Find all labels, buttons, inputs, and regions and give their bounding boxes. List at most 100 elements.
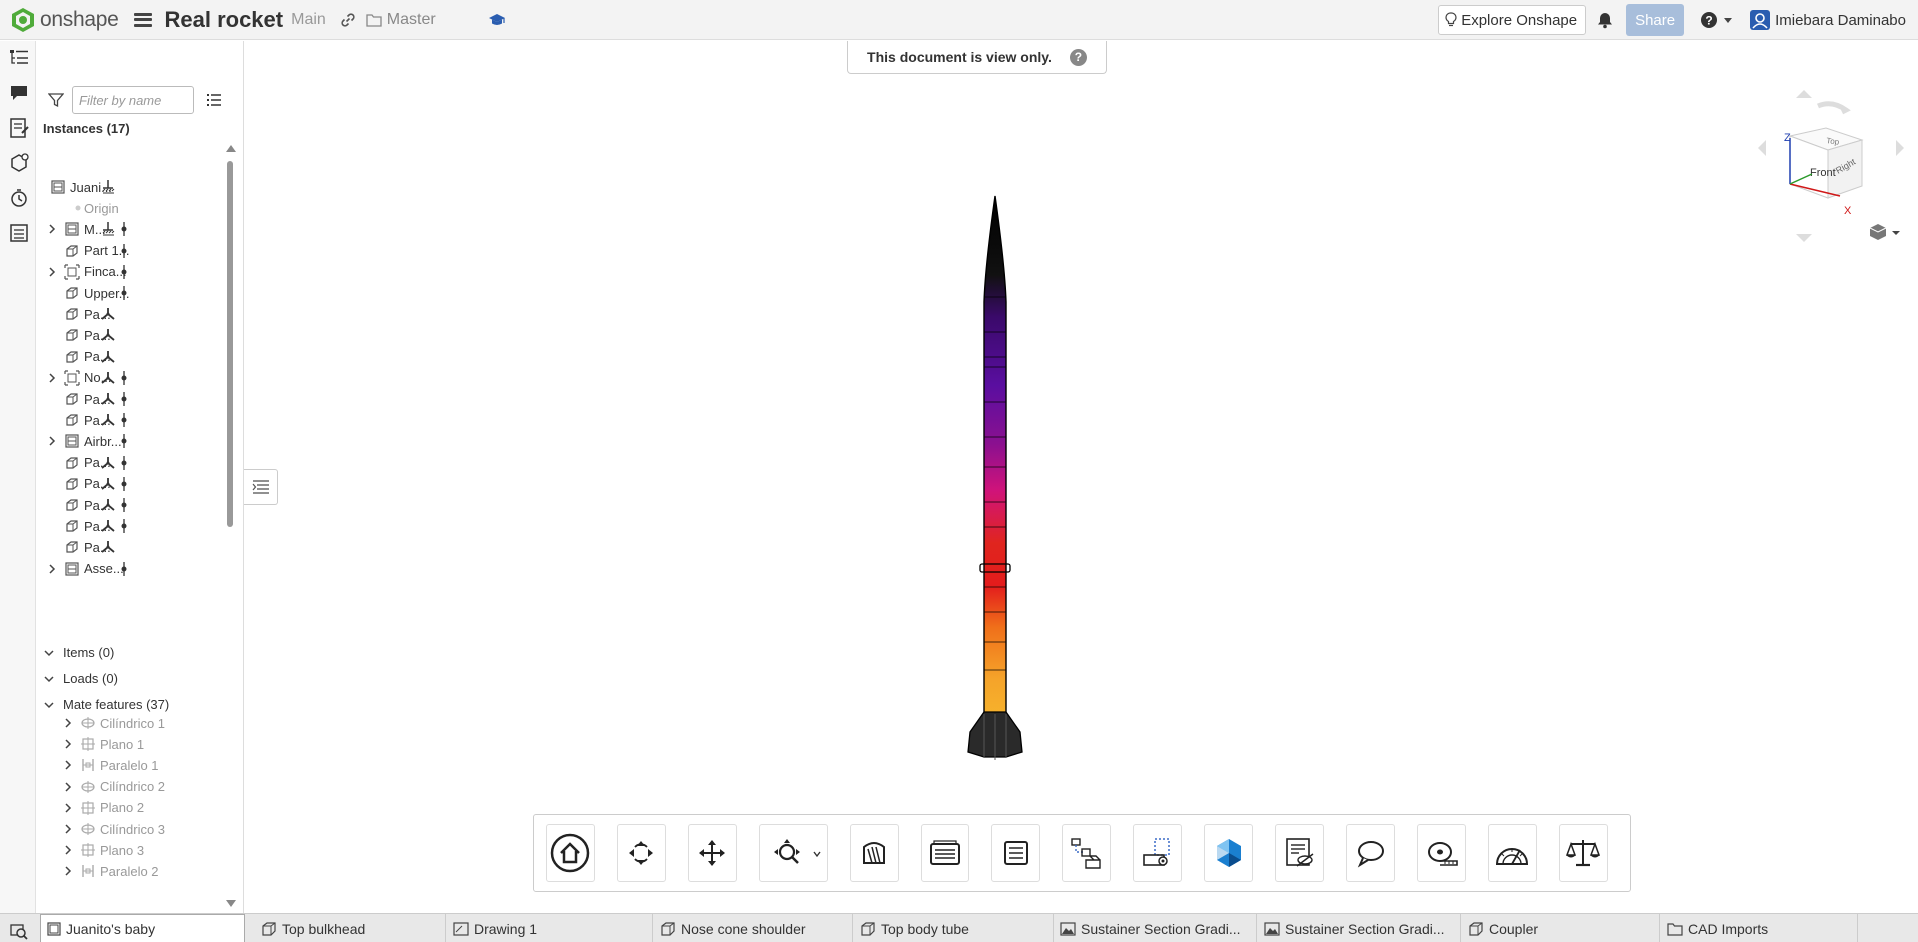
configurations-icon[interactable] — [8, 152, 30, 174]
chevron-right-icon[interactable] — [46, 266, 58, 278]
mate-connector-button[interactable] — [1062, 824, 1112, 882]
part-icon — [66, 456, 78, 469]
rotate-down-arrow-icon — [1796, 234, 1812, 242]
chevron-right-icon[interactable] — [62, 844, 74, 856]
document-title[interactable]: Real rocket — [164, 7, 283, 33]
comments-icon[interactable] — [8, 82, 30, 104]
bill-of-materials-icon[interactable] — [8, 222, 30, 244]
instance-list-icon[interactable] — [8, 47, 30, 69]
free-dof-icon — [101, 371, 115, 384]
mate-feature-label: Plano 2 — [100, 800, 145, 816]
link-icon[interactable] — [340, 12, 356, 28]
help-icon: ? — [1701, 12, 1718, 28]
view-cube[interactable]: Front Top Right Z X — [1752, 88, 1912, 248]
scroll-up-arrow-icon[interactable] — [226, 145, 236, 152]
document-tab[interactable]: Top body tube — [854, 914, 1054, 942]
assembly-icon — [65, 434, 79, 448]
hide-show-button[interactable] — [1133, 824, 1183, 882]
chevron-right-icon[interactable] — [46, 223, 58, 235]
chevron-right-icon[interactable] — [62, 738, 74, 750]
part-icon — [66, 350, 78, 363]
rocket-model[interactable] — [960, 192, 1030, 762]
document-tab[interactable]: Sustainer Section Gradi... — [1054, 914, 1257, 942]
measure-button[interactable] — [1417, 824, 1467, 882]
header-actions: Explore Onshape Share ? Imiebara Daminab… — [1438, 0, 1918, 40]
chevron-right-icon[interactable] — [46, 435, 58, 447]
mate-status-icon — [121, 264, 127, 279]
mate-status-icon — [121, 222, 127, 237]
chevron-right-icon[interactable] — [62, 717, 74, 729]
zoom-dropdown-chevron-icon[interactable] — [813, 850, 821, 858]
document-tab[interactable]: Drawing 1 — [447, 914, 653, 942]
angle-measure-button[interactable] — [1488, 824, 1537, 882]
render-button[interactable] — [1204, 824, 1254, 882]
instance-row[interactable]: Asse... — [42, 557, 218, 581]
document-tab[interactable]: CAD Imports — [1661, 914, 1858, 942]
document-tab[interactable]: Sustainer Section Gradi... — [1258, 914, 1461, 942]
chevron-right-icon[interactable] — [62, 802, 74, 814]
named-views-button[interactable] — [920, 824, 970, 882]
comment-button[interactable] — [1346, 824, 1396, 882]
protractor-icon — [1496, 848, 1529, 865]
search-tabs-icon[interactable] — [10, 922, 28, 940]
scroll-down-arrow-icon[interactable] — [226, 900, 236, 907]
insert-button[interactable] — [1275, 824, 1325, 882]
workspace-breadcrumb[interactable]: Master — [366, 11, 436, 29]
mate-feature-label: Paralelo 2 — [100, 863, 159, 879]
part-studio-tab-icon — [1469, 921, 1483, 936]
document-properties-icon[interactable] — [8, 117, 30, 139]
notifications-bell-icon[interactable] — [1596, 11, 1614, 29]
mate-feature-row[interactable]: Paralelo 2 — [58, 859, 218, 883]
explode-button[interactable] — [991, 824, 1041, 882]
part-icon — [66, 499, 78, 511]
document-tab[interactable]: Nose cone shoulder — [654, 914, 853, 942]
chevron-right-icon[interactable] — [62, 781, 74, 793]
help-caret-icon — [1724, 17, 1733, 23]
chevron-right-icon[interactable] — [62, 759, 74, 771]
chevron-right-icon[interactable] — [46, 372, 58, 384]
chevron-right-icon[interactable] — [62, 823, 74, 835]
part-icon — [66, 393, 78, 405]
filter-funnel-icon[interactable] — [48, 92, 64, 108]
document-tab[interactable]: Juanito's baby — [40, 914, 245, 942]
education-icon[interactable] — [488, 11, 506, 29]
help-question-icon[interactable]: ? — [1069, 48, 1087, 66]
help-menu[interactable]: ? — [1700, 11, 1733, 29]
mate-connector-icon — [1071, 838, 1101, 869]
rotate-icon — [629, 841, 654, 865]
items-section[interactable]: Items (0) — [43, 645, 114, 660]
home-view-button[interactable] — [546, 824, 595, 882]
view-cube-menu-icon — [1869, 224, 1900, 240]
fixed-icon — [102, 180, 115, 194]
version-history-icon[interactable] — [8, 187, 30, 209]
mate-features-section[interactable]: Mate features (37) — [43, 697, 169, 712]
workspace-label: Master — [386, 10, 436, 28]
onshape-logo[interactable]: onshape — [0, 0, 119, 40]
user-menu[interactable]: Imiebara Daminabo — [1750, 10, 1918, 30]
zoom-button[interactable] — [758, 824, 828, 882]
section-view-button[interactable] — [849, 824, 899, 882]
document-tab[interactable]: Coupler — [1462, 914, 1660, 942]
measure-icon — [1427, 842, 1458, 866]
free-dof-icon — [101, 393, 115, 405]
mate-status-icon — [121, 476, 127, 491]
panel-scroll-thumb[interactable] — [227, 161, 233, 527]
pan-button[interactable] — [687, 824, 737, 882]
chevron-right-icon[interactable] — [62, 865, 74, 877]
share-button[interactable]: Share — [1626, 4, 1685, 36]
rotate-button[interactable] — [616, 824, 666, 882]
instances-header[interactable]: Instances (17) — [43, 121, 130, 136]
collapse-panel-button[interactable] — [244, 469, 278, 505]
explore-onshape-button[interactable]: Explore Onshape — [1438, 5, 1587, 35]
main-menu-icon[interactable] — [134, 12, 153, 27]
list-view-icon[interactable] — [206, 92, 222, 108]
chevron-right-icon[interactable] — [46, 563, 58, 575]
assembly-icon — [65, 222, 79, 236]
document-tab[interactable]: Top bulkhead — [255, 914, 446, 942]
image-tab-icon — [1060, 921, 1076, 936]
home-view-icon — [551, 833, 590, 873]
onshape-logo-text: onshape — [40, 7, 119, 31]
mass-properties-button[interactable] — [1558, 824, 1608, 882]
loads-section[interactable]: Loads (0) — [43, 671, 118, 686]
filter-by-name-input[interactable] — [72, 86, 194, 114]
